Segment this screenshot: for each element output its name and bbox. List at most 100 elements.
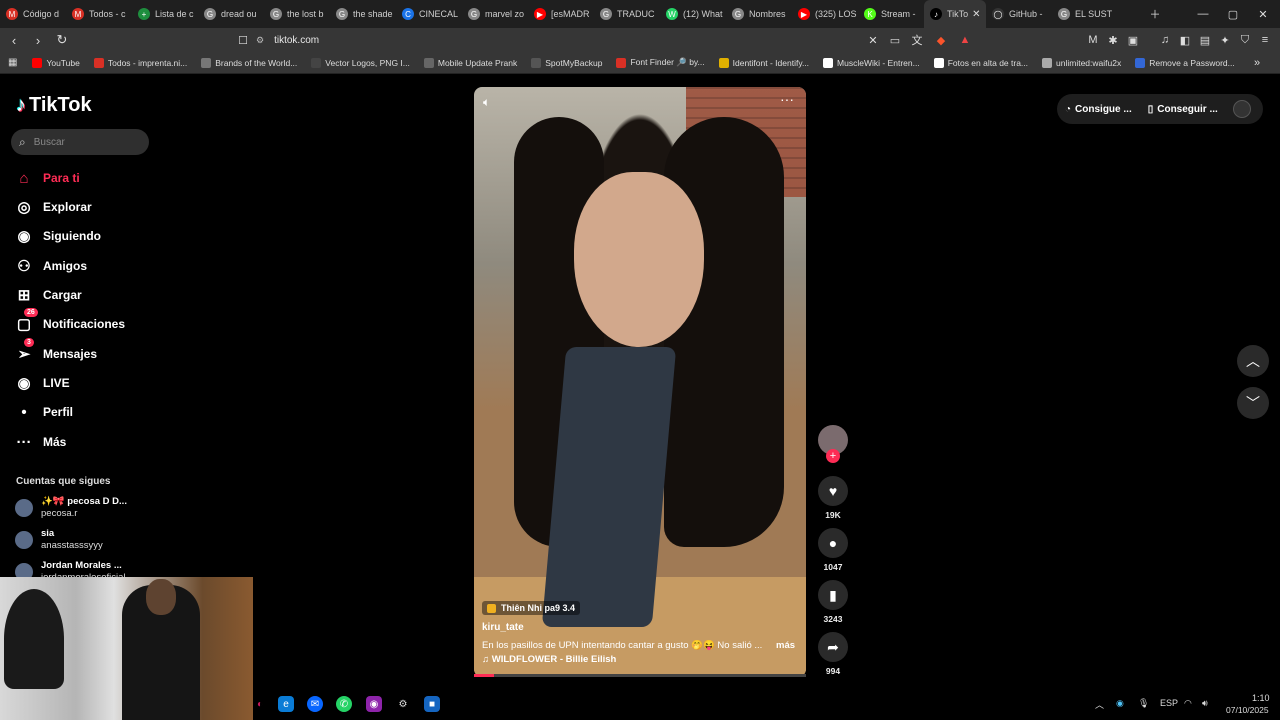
bookmark-item[interactable]: Font Finder 🔎 by...: [609, 57, 711, 68]
browser-tab[interactable]: G EL SUST: [1052, 0, 1118, 28]
browser-tab[interactable]: ▶ [esMADR: [528, 0, 594, 28]
video-more-icon[interactable]: ···: [780, 91, 794, 107]
bookmark-item[interactable]: Identifont - Identify...: [712, 57, 816, 68]
video-player[interactable]: 🔈︎ ···: [474, 87, 806, 677]
bookmark-item[interactable]: unlimited:waifu2x: [1035, 57, 1128, 68]
browser-tab[interactable]: C CINECAL: [396, 0, 462, 28]
camera-app-icon[interactable]: ◉: [366, 696, 382, 712]
video-username[interactable]: kiru_tate: [482, 622, 524, 633]
video-music[interactable]: ♫ WILDFLOWER - Billie Eilish: [482, 654, 616, 665]
video-tag[interactable]: Thiên Nhi pa9 3.4: [482, 601, 581, 615]
user-avatar[interactable]: [1233, 100, 1251, 118]
language-indicator[interactable]: ESP: [1160, 698, 1178, 708]
apps-icon[interactable]: ▦: [0, 57, 25, 68]
clock-date[interactable]: 07/10/2025: [1226, 705, 1269, 715]
nav-item-upload[interactable]: ⊞ Cargar: [14, 283, 82, 307]
tray-app-icon[interactable]: ◉: [1116, 698, 1124, 709]
nav-item-following[interactable]: ◉ Siguiendo: [14, 224, 101, 248]
previous-video-button[interactable]: ︿: [1237, 345, 1269, 377]
bookmark-item[interactable]: Vector Logos, PNG I...: [304, 57, 417, 68]
video-progress-bar[interactable]: [474, 674, 806, 677]
sidebar-icon[interactable]: ◧: [1178, 33, 1192, 47]
following-account[interactable]: ✨🎀 pecosa D D... pecosa.r: [15, 496, 127, 520]
bookmark-item[interactable]: Remove a Password...: [1128, 57, 1242, 68]
cast-icon[interactable]: ▭: [888, 33, 902, 47]
browser-tab[interactable]: Gthe shade: [330, 0, 396, 28]
video-app-icon[interactable]: ■: [424, 696, 440, 712]
extensions-icon[interactable]: ✱: [1106, 33, 1120, 47]
share-action[interactable]: ➦ 994: [818, 632, 848, 676]
nav-item-profile[interactable]: • Perfil: [14, 400, 73, 424]
minimize-icon[interactable]: —: [1188, 0, 1218, 28]
browser-tab[interactable]: W (12) What: [660, 0, 726, 28]
comment-action[interactable]: ● 1047: [818, 528, 848, 572]
following-account[interactable]: sia anasstasssyyy: [15, 528, 103, 552]
browser-tab[interactable]: Gdread ou: [198, 0, 264, 28]
speaker-icon[interactable]: 🔊︎: [1202, 698, 1208, 709]
whatsapp-icon[interactable]: ✆: [336, 696, 352, 712]
get-app-button[interactable]: ▯ Conseguir ...: [1148, 104, 1218, 115]
bookmark-item[interactable]: YouTube: [25, 57, 86, 68]
nav-item-inbox[interactable]: ▢ 26 Notificaciones: [14, 308, 125, 336]
back-icon[interactable]: ‹: [4, 30, 24, 50]
bookmark-item[interactable]: Mobile Update Prank: [417, 57, 524, 68]
browser-tab[interactable]: + Lista de c: [132, 0, 198, 28]
bookmark-item[interactable]: Todos - imprenta.ni...: [87, 57, 194, 68]
share-icon[interactable]: ➦: [818, 632, 848, 662]
browser-tab[interactable]: Gmarvel zo: [462, 0, 528, 28]
more-bookmarks-icon[interactable]: »: [1250, 56, 1264, 70]
close-window-icon[interactable]: ✕: [1248, 0, 1278, 28]
bookmark-item[interactable]: Fotos en alta de tra...: [927, 57, 1035, 68]
nav-item-friends[interactable]: ⚇ Amigos: [14, 254, 87, 278]
follow-plus-button[interactable]: +: [826, 449, 840, 463]
extension-m-icon[interactable]: M: [1086, 33, 1100, 47]
save-action[interactable]: ▮ 3243: [818, 580, 848, 624]
no-sound-icon[interactable]: ✕: [866, 33, 880, 47]
nav-item-home[interactable]: ⌂ Para ti: [14, 166, 79, 190]
clock-time[interactable]: 1:10: [1252, 693, 1270, 703]
app-icon[interactable]: ◐: [252, 696, 268, 712]
leo-ai-icon[interactable]: ✦: [1218, 33, 1232, 47]
heart-icon[interactable]: ♥: [818, 476, 848, 506]
tiktok-logo[interactable]: ♪ TikTok: [16, 94, 92, 117]
nav-item-messages[interactable]: ➢ 3 Mensajes: [14, 338, 97, 366]
browser-tab[interactable]: Gthe lost b: [264, 0, 330, 28]
messenger-icon[interactable]: ✉: [307, 696, 323, 712]
brave-shield-icon[interactable]: ◆: [934, 33, 948, 47]
reload-icon[interactable]: ↻: [52, 30, 72, 50]
nav-item-live[interactable]: ◉ LIVE: [14, 371, 69, 395]
tray-chevron-icon[interactable]: ︿: [1095, 698, 1104, 711]
rewards-icon[interactable]: ▲: [958, 33, 972, 47]
wallet-icon[interactable]: ▤: [1198, 33, 1212, 47]
site-info-icon[interactable]: ⚙: [256, 35, 264, 46]
search-input[interactable]: [33, 136, 134, 148]
bookmark-item[interactable]: MuscleWiki - Entren...: [816, 57, 927, 68]
bookmark-item[interactable]: SpotMyBackup: [524, 57, 609, 68]
translate-icon[interactable]: 文: [910, 33, 924, 47]
browser-tab[interactable]: G Nombres: [726, 0, 792, 28]
comment-icon[interactable]: ●: [818, 528, 848, 558]
maximize-icon[interactable]: ▢: [1218, 0, 1248, 28]
nav-item-compass[interactable]: ◎ Explorar: [14, 195, 91, 219]
tab-close-icon[interactable]: ✕: [972, 9, 980, 20]
bookmark-page-icon[interactable]: ☐: [236, 33, 250, 47]
mic-icon[interactable]: 🎙︎: [1138, 698, 1149, 709]
steam-icon[interactable]: ⚙: [395, 696, 411, 712]
browser-tab[interactable]: ◯ GitHub -: [986, 0, 1052, 28]
bookmark-item[interactable]: Brands of the World...: [194, 57, 304, 68]
browser-tab[interactable]: ♪ TikTo ✕: [924, 0, 986, 28]
get-coins-button[interactable]: ◔ Consigue ...: [1065, 104, 1132, 115]
like-action[interactable]: ♥ 19K: [818, 476, 848, 520]
new-tab-button[interactable]: ＋: [1140, 0, 1170, 28]
search-box[interactable]: ⌕: [11, 129, 149, 155]
media-icon[interactable]: ♫: [1158, 33, 1172, 47]
vpn-shield-icon[interactable]: ⛉: [1238, 33, 1252, 47]
browser-tab[interactable]: M Todos - c: [66, 0, 132, 28]
edge-icon[interactable]: e: [278, 696, 294, 712]
forward-icon[interactable]: ›: [28, 30, 48, 50]
browser-tab[interactable]: ▶ (325) LOS: [792, 0, 858, 28]
screenshot-icon[interactable]: ▣: [1126, 33, 1140, 47]
browser-tab[interactable]: G TRADUC: [594, 0, 660, 28]
volume-icon[interactable]: 🔈︎: [483, 95, 490, 110]
wifi-icon[interactable]: ◠: [1184, 698, 1192, 709]
